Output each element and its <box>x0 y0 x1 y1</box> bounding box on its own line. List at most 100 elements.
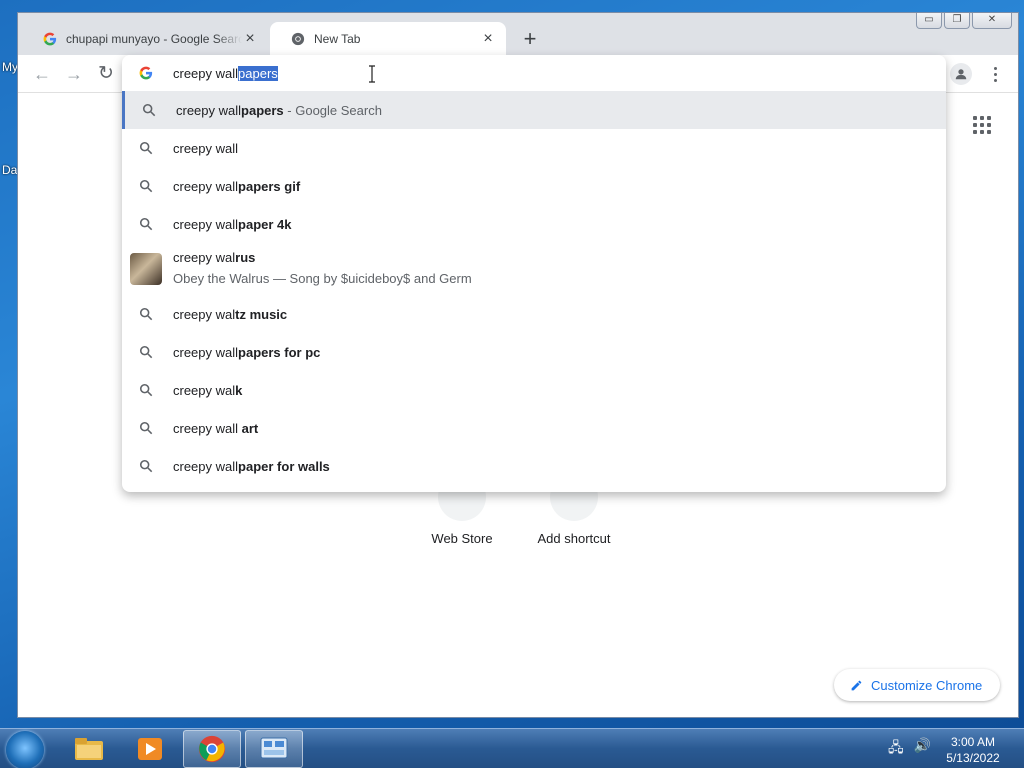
desktop-icon-label: My <box>2 60 18 74</box>
suggestion-item[interactable]: creepy walk <box>122 371 946 409</box>
suggestion-item[interactable]: creepy wallpaper 4k <box>122 205 946 243</box>
media-player-button[interactable] <box>121 730 179 768</box>
suggestion-text: creepy wall art <box>173 421 258 436</box>
google-icon <box>139 66 153 80</box>
suggestion-plain: creepy wall <box>173 345 239 360</box>
search-icon <box>139 307 153 321</box>
suggestion-plain: creepy wall <box>173 459 239 474</box>
minimize-button[interactable]: ▭ <box>916 13 942 29</box>
file-explorer-icon <box>75 738 103 760</box>
tab-new-tab[interactable]: New Tab × <box>270 22 506 55</box>
tab-title: chupapi munyayo - Google Search <box>66 31 242 46</box>
suggestion-plain: creepy wal <box>173 383 236 398</box>
control-panel-icon <box>260 737 288 759</box>
desktop-icon-label: Da <box>2 163 18 177</box>
suggestion-completion: papers gif <box>238 179 301 194</box>
tab-close-icon[interactable]: × <box>242 30 258 47</box>
shortcut-label: Web Store <box>431 531 493 546</box>
suggestion-text: creepy walrus <box>173 250 255 265</box>
tab-strip: chupapi munyayo - Google Search × New Ta… <box>18 13 1018 55</box>
taskbar-clock[interactable]: 3:00 AM 5/13/2022 <box>940 734 1006 766</box>
suggestion-item[interactable]: creepy wallpapers gif <box>122 167 946 205</box>
clock-time: 3:00 AM <box>950 735 996 749</box>
suggestion-completion: k <box>235 383 243 398</box>
song-thumbnail <box>130 253 162 285</box>
suggestion-completion: rus <box>235 250 256 265</box>
back-button[interactable]: ← <box>31 63 53 85</box>
suggestion-text: creepy wallpaper 4k <box>173 217 292 232</box>
chrome-icon <box>290 31 306 47</box>
chrome-menu-icon[interactable] <box>988 63 1002 85</box>
suggestion-text: creepy wallpapers gif <box>173 179 300 194</box>
search-icon <box>139 383 153 397</box>
suggestion-text: creepy wallpapers for pc <box>173 345 320 360</box>
suggestion-item[interactable]: creepy wallpaper for walls <box>122 447 946 485</box>
google-icon <box>42 31 58 47</box>
tab-close-icon[interactable]: × <box>480 30 496 47</box>
search-icon <box>139 459 153 473</box>
volume-icon[interactable]: 🔊 <box>914 737 931 761</box>
search-icon <box>139 421 153 435</box>
suggestion-suffix: - Google Search <box>283 103 382 118</box>
maximize-button[interactable]: ❐ <box>944 13 970 29</box>
suggestion-text: creepy waltz music <box>173 307 287 322</box>
shortcut-label: Add shortcut <box>537 531 611 546</box>
new-tab-button[interactable]: + <box>518 28 542 52</box>
suggestion-plain: creepy wall <box>173 141 239 156</box>
chrome-taskbar-button[interactable] <box>183 730 241 768</box>
suggestion-completion: papers <box>241 103 284 118</box>
google-apps-icon[interactable] <box>973 116 991 134</box>
suggestion-item[interactable]: creepy wall <box>122 129 946 167</box>
search-icon <box>139 217 153 231</box>
suggestion-item[interactable]: creepy waltz music <box>122 295 946 333</box>
suggestion-item[interactable]: creepy wallpapers for pc <box>122 333 946 371</box>
system-tray: 🖧 🔊 <box>888 737 931 761</box>
forward-button[interactable]: → <box>63 63 85 85</box>
suggestion-completion: tz music <box>235 307 288 322</box>
chrome-icon <box>198 735 226 763</box>
start-button[interactable] <box>6 731 44 768</box>
suggestion-plain: creepy wall <box>173 179 239 194</box>
omnibox-autocomplete: papers <box>238 66 278 81</box>
suggestion-text: creepy wallpaper for walls <box>173 459 330 474</box>
close-window-button[interactable]: ✕ <box>972 13 1012 29</box>
omnibox-dropdown: creepy wallpapers creepy wallpapers - Go… <box>122 55 946 492</box>
suggestion-completion: art <box>238 421 259 436</box>
omnibox-typed: creepy wall <box>173 66 239 81</box>
taskbar: 🖧 🔊 3:00 AM 5/13/2022 <box>0 728 1024 768</box>
window-controls: ▭ ❐ ✕ <box>916 13 1012 29</box>
tab-title: New Tab <box>314 31 361 46</box>
omnibox-text: creepy wallpapers <box>173 66 278 81</box>
reload-button[interactable]: ↻ <box>95 63 117 85</box>
suggestion-completion: papers for pc <box>238 345 321 360</box>
control-panel-button[interactable] <box>245 730 303 768</box>
suggestion-plain: creepy wall <box>173 421 239 436</box>
suggestion-completion: paper for walls <box>238 459 330 474</box>
suggestion-text: creepy wall <box>173 141 238 156</box>
suggestion-plain: creepy wall <box>173 217 239 232</box>
profile-button[interactable] <box>950 63 972 85</box>
suggestion-completion: paper 4k <box>238 217 292 232</box>
customize-chrome-button[interactable]: Customize Chrome <box>834 669 1000 701</box>
clock-date: 5/13/2022 <box>946 751 1000 765</box>
search-icon <box>139 179 153 193</box>
profile-icon <box>955 69 967 80</box>
text-cursor-icon <box>369 65 375 83</box>
suggestion-plain: creepy wall <box>176 103 242 118</box>
search-icon <box>139 345 153 359</box>
network-icon[interactable]: 🖧 <box>888 737 904 761</box>
suggestion-subtitle: Obey the Walrus — Song by $uicideboy$ an… <box>173 271 472 286</box>
suggestion-plain: creepy wal <box>173 250 236 265</box>
tab-google-search[interactable]: chupapi munyayo - Google Search × <box>22 22 268 55</box>
suggestion-item[interactable]: creepy wall art <box>122 409 946 447</box>
customize-label: Customize Chrome <box>871 677 983 693</box>
suggestion-item[interactable]: creepy wallpapers - Google Search <box>122 91 946 129</box>
suggestion-text: creepy wallpapers - Google Search <box>176 103 382 118</box>
file-explorer-button[interactable] <box>60 730 118 768</box>
search-icon <box>139 141 153 155</box>
suggestion-text: creepy walk <box>173 383 242 398</box>
pencil-icon <box>851 680 862 690</box>
omnibox-input[interactable]: creepy wallpapers <box>122 55 946 91</box>
suggestion-item[interactable]: creepy walrus Obey the Walrus — Song by $… <box>122 243 946 295</box>
media-player-icon <box>138 738 162 760</box>
